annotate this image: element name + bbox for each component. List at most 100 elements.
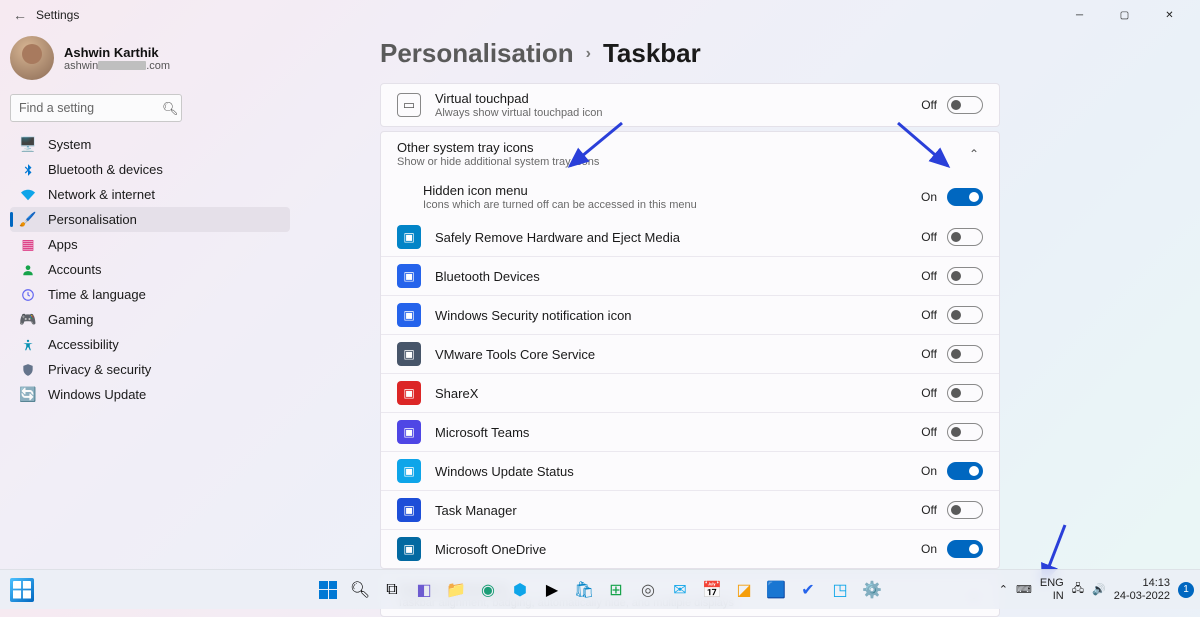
group-subtitle: Show or hide additional system tray icon…: [397, 156, 599, 168]
todo-icon[interactable]: ✔: [794, 576, 822, 604]
sidebar-item-time[interactable]: Time & language: [10, 282, 290, 307]
row-title: Microsoft OneDrive: [435, 542, 546, 557]
sidebar-item-label: Privacy & security: [48, 362, 151, 377]
taskbar-app-6[interactable]: 🟦: [762, 576, 790, 604]
calendar-icon[interactable]: 📅: [698, 576, 726, 604]
close-button[interactable]: ✕: [1147, 1, 1192, 29]
row-title: Safely Remove Hardware and Eject Media: [435, 230, 680, 245]
tray-item-toggle[interactable]: [947, 228, 983, 246]
start-button[interactable]: [314, 576, 342, 604]
sidebar-item-label: Windows Update: [48, 387, 146, 402]
sidebar-item-accounts[interactable]: Accounts: [10, 257, 290, 282]
tray-item-toggle[interactable]: [947, 267, 983, 285]
taskbar-app-2[interactable]: ⬢: [506, 576, 534, 604]
taskbar-app-1[interactable]: ◧: [410, 576, 438, 604]
tray-item-toggle[interactable]: [947, 306, 983, 324]
accessibility-icon: [20, 337, 36, 353]
tray-item-toggle[interactable]: [947, 423, 983, 441]
language-switcher[interactable]: ENGIN: [1040, 577, 1064, 602]
tray-item-toggle[interactable]: [947, 384, 983, 402]
breadcrumb-current: Taskbar: [603, 38, 701, 69]
sidebar-item-label: Apps: [48, 237, 78, 252]
toggle-state: Off: [921, 98, 937, 112]
sidebar-item-accessibility[interactable]: Accessibility: [10, 332, 290, 357]
tray-item-toggle[interactable]: [947, 345, 983, 363]
mail-icon[interactable]: ✉: [666, 576, 694, 604]
app-icon: ▣: [397, 264, 421, 288]
tray-volume-icon[interactable]: 🔊: [1092, 583, 1106, 596]
breadcrumb-parent[interactable]: Personalisation: [380, 38, 574, 69]
tray-network-icon[interactable]: 🖧: [1072, 580, 1084, 599]
tray-item-row[interactable]: ▣ Safely Remove Hardware and Eject Media…: [381, 218, 999, 256]
profile-block[interactable]: Ashwin Karthik ashwin.com: [10, 34, 290, 94]
sidebar-item-label: Gaming: [48, 312, 94, 327]
hidden-icon-menu-toggle[interactable]: [947, 188, 983, 206]
tray-item-row[interactable]: ▣ Task Manager Off: [381, 490, 999, 529]
taskbar-app-5[interactable]: ◪: [730, 576, 758, 604]
personalisation-icon: 🖌️: [20, 212, 36, 228]
sidebar: Ashwin Karthik ashwin.com 🔍︎ 🖥️SystemBlu…: [0, 30, 300, 569]
task-view-icon[interactable]: ⧉: [378, 576, 406, 604]
accounts-icon: [20, 262, 36, 278]
row-title: Windows Security notification icon: [435, 308, 632, 323]
virtual-touchpad-toggle[interactable]: [947, 96, 983, 114]
tray-item-row[interactable]: ▣ Windows Update Status On: [381, 451, 999, 490]
virtual-touchpad-row[interactable]: ▭ Virtual touchpad Always show virtual t…: [381, 84, 999, 126]
virtual-touchpad-card: ▭ Virtual touchpad Always show virtual t…: [380, 83, 1000, 127]
edge-icon[interactable]: ◉: [474, 576, 502, 604]
tray-item-toggle[interactable]: [947, 501, 983, 519]
settings-icon[interactable]: ⚙️: [858, 576, 886, 604]
tray-item-row[interactable]: ▣ Bluetooth Devices Off: [381, 256, 999, 295]
app-icon: ▣: [397, 459, 421, 483]
maximize-button[interactable]: ▢: [1102, 1, 1147, 29]
sidebar-item-gaming[interactable]: 🎮Gaming: [10, 307, 290, 332]
window-title: Settings: [36, 8, 79, 22]
sidebar-item-personalisation[interactable]: 🖌️Personalisation: [10, 207, 290, 232]
media-player-icon[interactable]: ▶: [538, 576, 566, 604]
toggle-state: On: [921, 190, 937, 204]
toggle-state: On: [921, 464, 937, 478]
other-tray-icons-card: Other system tray icons Show or hide add…: [380, 131, 1000, 569]
search-input[interactable]: [10, 94, 182, 122]
row-title: VMware Tools Core Service: [435, 347, 595, 362]
tray-item-row[interactable]: ▣ Windows Security notification icon Off: [381, 295, 999, 334]
hidden-icon-menu-row[interactable]: Hidden icon menu Icons which are turned …: [381, 176, 999, 218]
minimize-button[interactable]: ─: [1057, 1, 1102, 29]
taskbar-app-4[interactable]: ◎: [634, 576, 662, 604]
tray-item-row[interactable]: ▣ Microsoft OneDrive On: [381, 529, 999, 568]
file-explorer-icon[interactable]: 📁: [442, 576, 470, 604]
tray-item-row[interactable]: ▣ VMware Tools Core Service Off: [381, 334, 999, 373]
sidebar-item-system[interactable]: 🖥️System: [10, 132, 290, 157]
taskbar-app-3[interactable]: ⊞: [602, 576, 630, 604]
notification-badge[interactable]: 1: [1178, 582, 1194, 598]
toggle-state: Off: [921, 230, 937, 244]
tray-item-toggle[interactable]: [947, 462, 983, 480]
search-container: 🔍︎: [10, 94, 290, 122]
time-icon: [20, 287, 36, 303]
tray-chevron-up-icon[interactable]: ⌃: [999, 583, 1008, 596]
group-title: Other system tray icons: [397, 140, 599, 155]
row-title: Hidden icon menu: [423, 183, 697, 198]
sidebar-item-network[interactable]: Network & internet: [10, 182, 290, 207]
sidebar-item-apps[interactable]: ▦Apps: [10, 232, 290, 257]
main-content: Personalisation › Taskbar ▭ Virtual touc…: [300, 30, 1200, 569]
tray-item-row[interactable]: ▣ Microsoft Teams Off: [381, 412, 999, 451]
widgets-button[interactable]: [8, 576, 36, 604]
system-icon: 🖥️: [20, 137, 36, 153]
taskbar-search-icon[interactable]: 🔍︎: [346, 576, 374, 604]
store-icon[interactable]: 🛍: [570, 576, 598, 604]
back-button[interactable]: ←: [8, 3, 32, 27]
tray-item-toggle[interactable]: [947, 540, 983, 558]
tray-item-row[interactable]: ▣ ShareX Off: [381, 373, 999, 412]
sidebar-item-privacy[interactable]: Privacy & security: [10, 357, 290, 382]
app-icon: ▣: [397, 537, 421, 561]
chevron-up-icon[interactable]: ⌃: [965, 143, 983, 165]
sidebar-item-bluetooth[interactable]: Bluetooth & devices: [10, 157, 290, 182]
app-icon: ▣: [397, 381, 421, 405]
group-header[interactable]: Other system tray icons Show or hide add…: [381, 132, 999, 176]
app-icon: ▣: [397, 303, 421, 327]
taskbar-app-7[interactable]: ◳: [826, 576, 854, 604]
tray-keyboard-icon[interactable]: ⌨: [1016, 583, 1032, 596]
clock[interactable]: 14:13 24-03-2022: [1114, 577, 1170, 602]
sidebar-item-update[interactable]: 🔄Windows Update: [10, 382, 290, 407]
